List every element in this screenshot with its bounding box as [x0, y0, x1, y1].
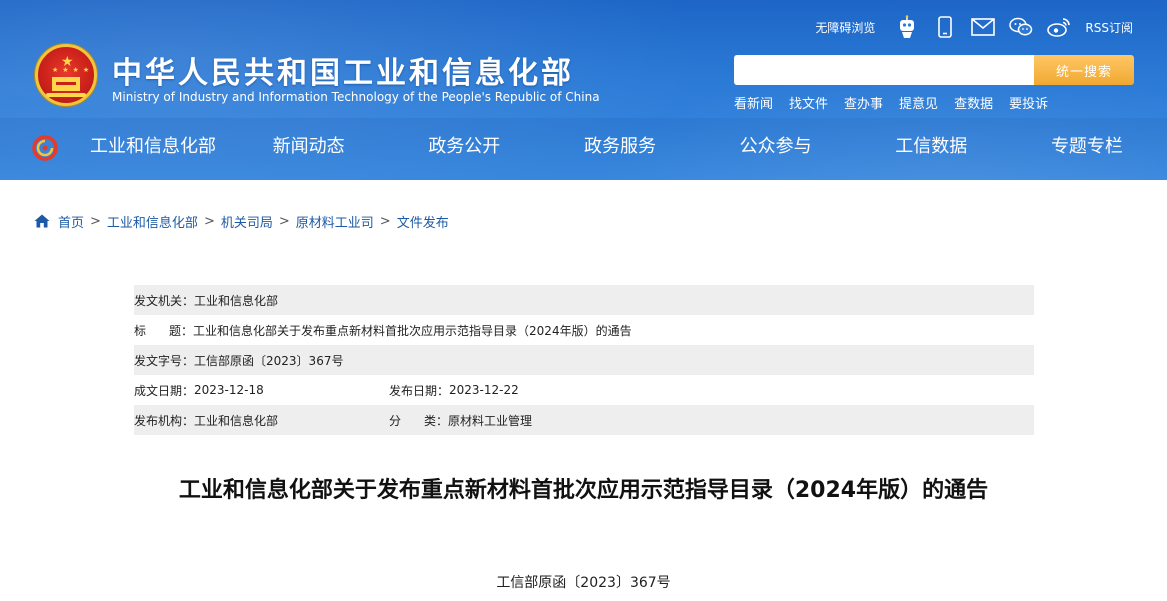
- breadcrumb: 首页 > 工业和信息化部 > 机关司局 > 原材料工业司 > 文件发布: [34, 212, 449, 231]
- breadcrumb-separator: >: [379, 213, 391, 229]
- title-label-b: 题：: [169, 323, 194, 338]
- quick-link-data[interactable]: 查数据: [954, 93, 993, 112]
- home-icon[interactable]: [34, 214, 50, 228]
- nav-item-news[interactable]: 新闻动态: [236, 132, 382, 162]
- org-label: 发布机构：: [134, 413, 195, 428]
- site-header: ★ ★★★★ 中华人民共和国工业和信息化部 Ministry of Indust…: [0, 0, 1167, 180]
- category-label-a: 分: [389, 413, 402, 428]
- meta-row-org-category: 发布机构： 工业和信息化部 分 类： 原材料工业管理: [134, 405, 1034, 435]
- published-date-value: 2023-12-22: [449, 383, 519, 397]
- meta-row-dates: 成文日期： 2023-12-18 发布日期： 2023-12-22: [134, 375, 1034, 405]
- nav-logo-icon[interactable]: [32, 135, 58, 161]
- quick-link-documents[interactable]: 找文件: [789, 93, 828, 112]
- breadcrumb-separator: >: [278, 213, 290, 229]
- published-date-label: 发布日期：: [389, 383, 450, 398]
- org-cell: 发布机构： 工业和信息化部: [134, 412, 389, 429]
- created-date-cell: 成文日期： 2023-12-18: [134, 382, 389, 399]
- breadcrumb-raw-materials-dept[interactable]: 原材料工业司: [296, 212, 374, 231]
- doc-number-label: 发文字号：: [134, 353, 195, 368]
- search-button[interactable]: 统一搜索: [1034, 55, 1134, 85]
- rss-subscribe-link[interactable]: RSS订阅: [1085, 19, 1133, 36]
- nav-item-data[interactable]: 工信数据: [858, 132, 1004, 162]
- published-date-cell: 发布日期： 2023-12-22: [389, 382, 519, 399]
- created-date-label: 成文日期：: [134, 383, 195, 398]
- meta-row-doc-number: 发文字号： 工信部原函〔2023〕367号: [134, 345, 1034, 375]
- main-nav: 工业和信息化部 新闻动态 政务公开 政务服务 公众参与 工信数据 专题专栏: [80, 132, 1160, 162]
- robot-icon[interactable]: [895, 15, 919, 39]
- doc-number-value: 工信部原函〔2023〕367号: [194, 353, 344, 368]
- quick-links: 看新闻 找文件 查办事 提意见 查数据 要投诉: [734, 93, 1064, 112]
- breadcrumb-miit[interactable]: 工业和信息化部: [107, 212, 198, 231]
- title-value: 工业和信息化部关于发布重点新材料首批次应用示范指导目录（2024年版）的通告: [193, 323, 632, 338]
- breadcrumb-separator: >: [90, 213, 101, 229]
- issuer-label: 发文机关：: [134, 293, 195, 308]
- accessibility-link[interactable]: 无障碍浏览: [815, 19, 875, 36]
- mobile-icon[interactable]: [933, 15, 957, 39]
- site-subtitle: Ministry of Industry and Information Tec…: [112, 90, 600, 104]
- org-value: 工业和信息化部: [194, 413, 279, 428]
- nav-item-public-participation[interactable]: 公众参与: [703, 132, 849, 162]
- category-value: 原材料工业管理: [448, 413, 533, 428]
- category-cell: 分 类： 原材料工业管理: [389, 412, 532, 429]
- quick-link-complaint[interactable]: 要投诉: [1009, 93, 1048, 112]
- site-title[interactable]: 中华人民共和国工业和信息化部: [112, 48, 574, 92]
- mail-icon[interactable]: [971, 15, 996, 39]
- nav-item-government-services[interactable]: 政务服务: [547, 132, 693, 162]
- meta-row-issuer: 发文机关： 工业和信息化部: [134, 285, 1034, 315]
- quick-link-news[interactable]: 看新闻: [734, 93, 773, 112]
- title-label-a: 标: [134, 323, 147, 338]
- nav-item-public-affairs[interactable]: 政务公开: [391, 132, 537, 162]
- breadcrumb-file-release[interactable]: 文件发布: [397, 212, 449, 231]
- quick-link-services[interactable]: 查办事: [844, 93, 883, 112]
- breadcrumb-departments[interactable]: 机关司局: [221, 212, 273, 231]
- weibo-icon[interactable]: [1047, 15, 1071, 39]
- document-meta-table: 发文机关： 工业和信息化部 标 题： 工业和信息化部关于发布重点新材料首批次应用…: [134, 285, 1034, 435]
- category-label-b: 类：: [424, 413, 449, 428]
- nav-item-special-topics[interactable]: 专题专栏: [1014, 132, 1160, 162]
- issuer-value: 工业和信息化部: [194, 293, 279, 308]
- article-title: 工业和信息化部关于发布重点新材料首批次应用示范指导目录（2024年版）的通告: [178, 478, 989, 503]
- national-emblem-logo[interactable]: ★ ★★★★: [35, 44, 97, 106]
- article-doc-number: 工信部原函〔2023〕367号: [496, 575, 671, 591]
- breadcrumb-separator: >: [203, 213, 215, 229]
- breadcrumb-home[interactable]: 首页: [58, 212, 84, 231]
- wechat-icon[interactable]: [1009, 15, 1033, 39]
- nav-item-miit[interactable]: 工业和信息化部: [80, 132, 226, 162]
- top-utility-links: 无障碍浏览 RSS订阅: [815, 12, 1133, 42]
- search-input[interactable]: [734, 55, 1034, 85]
- meta-row-title: 标 题： 工业和信息化部关于发布重点新材料首批次应用示范指导目录（2024年版）…: [134, 315, 1034, 345]
- created-date-value: 2023-12-18: [194, 383, 264, 397]
- quick-link-feedback[interactable]: 提意见: [899, 93, 938, 112]
